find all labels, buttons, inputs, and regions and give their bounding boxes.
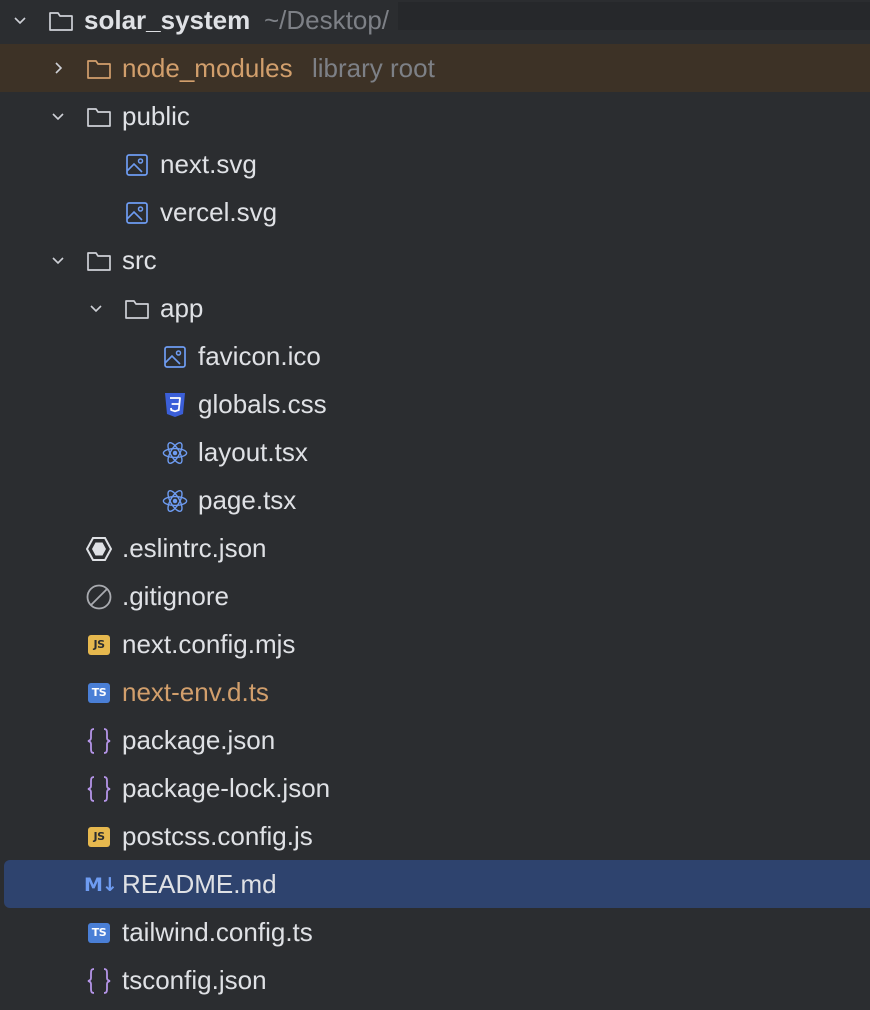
tree-row-globals-css[interactable]: globals.css xyxy=(0,380,870,428)
tree-item-label: README.md xyxy=(122,869,277,899)
tree-row-gitignore[interactable]: .gitignore xyxy=(0,572,870,620)
eslint-icon xyxy=(86,536,112,562)
image-file-icon xyxy=(162,344,188,370)
tree-item-label: next-env.d.ts xyxy=(122,677,269,707)
folder-icon xyxy=(86,248,112,274)
tree-row-page-tsx[interactable]: page.tsx xyxy=(0,476,870,524)
folder-icon xyxy=(48,8,74,34)
tree-row-tailwind-config-ts[interactable]: TS tailwind.config.ts xyxy=(0,908,870,956)
tree-item-label: globals.css xyxy=(198,389,327,419)
tree-row-layout-tsx[interactable]: layout.tsx xyxy=(0,428,870,476)
chevron-down-icon[interactable] xyxy=(84,296,108,320)
root-folder-path: ~/Desktop/ xyxy=(264,5,390,35)
library-root-hint: library root xyxy=(312,53,435,83)
tree-row-vercel-svg[interactable]: vercel.svg xyxy=(0,188,870,236)
json-braces-icon xyxy=(86,968,112,994)
folder-icon xyxy=(124,296,150,322)
tree-row-package-json[interactable]: package.json xyxy=(0,716,870,764)
ts-badge: TS xyxy=(88,683,110,703)
js-file-icon: JS xyxy=(86,824,112,850)
tree-row-public[interactable]: public xyxy=(0,92,870,140)
redacted-path xyxy=(398,2,870,30)
tree-row-favicon-ico[interactable]: favicon.ico xyxy=(0,332,870,380)
react-file-icon xyxy=(162,440,188,466)
tree-row-postcss-config-js[interactable]: JS postcss.config.js xyxy=(0,812,870,860)
json-braces-icon xyxy=(86,776,112,802)
ts-file-icon: TS xyxy=(86,680,112,706)
tree-item-label: page.tsx xyxy=(198,485,297,515)
tree-row-eslintrc-json[interactable]: .eslintrc.json xyxy=(0,524,870,572)
tree-item-label: vercel.svg xyxy=(160,197,278,227)
tree-item-label: postcss.config.js xyxy=(122,821,313,851)
folder-icon xyxy=(86,56,112,82)
js-badge: JS xyxy=(88,827,110,847)
tree-row-readme-md[interactable]: M↓ README.md xyxy=(4,860,870,908)
tree-item-label: tsconfig.json xyxy=(122,965,267,995)
tree-item-label: next.svg xyxy=(160,149,257,179)
tree-row-root[interactable]: solar_system ~/Desktop/ xyxy=(0,0,870,44)
folder-icon xyxy=(86,104,112,130)
tree-item-label: favicon.ico xyxy=(198,341,321,371)
markdown-badge: M↓ xyxy=(84,874,118,896)
root-folder-name: solar_system xyxy=(84,5,251,35)
css-file-icon xyxy=(162,392,188,418)
js-file-icon: JS xyxy=(86,632,112,658)
tree-item-label: public xyxy=(122,101,190,131)
tree-row-next-svg[interactable]: next.svg xyxy=(0,140,870,188)
chevron-right-icon[interactable] xyxy=(46,56,70,80)
tree-item-label: .gitignore xyxy=(122,581,229,611)
tree-row-next-env-d-ts[interactable]: TS next-env.d.ts xyxy=(0,668,870,716)
image-file-icon xyxy=(124,200,150,226)
js-badge: JS xyxy=(88,635,110,655)
tree-item-label: tailwind.config.ts xyxy=(122,917,313,947)
tree-item-label: next.config.mjs xyxy=(122,629,296,659)
tree-row-package-lock-json[interactable]: package-lock.json xyxy=(0,764,870,812)
image-file-icon xyxy=(124,152,150,178)
project-tree: solar_system ~/Desktop/ node_modules lib… xyxy=(0,0,870,1010)
tree-row-tsconfig-json[interactable]: tsconfig.json xyxy=(0,956,870,1004)
tree-item-label: node_modules xyxy=(122,53,293,83)
chevron-down-icon[interactable] xyxy=(8,8,32,32)
react-file-icon xyxy=(162,488,188,514)
tree-row-src[interactable]: src xyxy=(0,236,870,284)
tree-item-label: package.json xyxy=(122,725,276,755)
tree-row-next-config-mjs[interactable]: JS next.config.mjs xyxy=(0,620,870,668)
tree-row-app[interactable]: app xyxy=(0,284,870,332)
json-braces-icon xyxy=(86,728,112,754)
chevron-down-icon[interactable] xyxy=(46,104,70,128)
tree-row-node-modules[interactable]: node_modules library root xyxy=(0,44,870,92)
tree-item-label: layout.tsx xyxy=(198,437,308,467)
chevron-down-icon[interactable] xyxy=(46,248,70,272)
tree-item-label: app xyxy=(160,293,204,323)
markdown-file-icon: M↓ xyxy=(84,872,120,898)
ts-badge: TS xyxy=(88,923,110,943)
ts-file-icon: TS xyxy=(86,920,112,946)
tree-item-label: src xyxy=(122,245,157,275)
gitignore-icon xyxy=(86,584,112,610)
tree-item-label: package-lock.json xyxy=(122,773,331,803)
tree-item-label: .eslintrc.json xyxy=(122,533,267,563)
